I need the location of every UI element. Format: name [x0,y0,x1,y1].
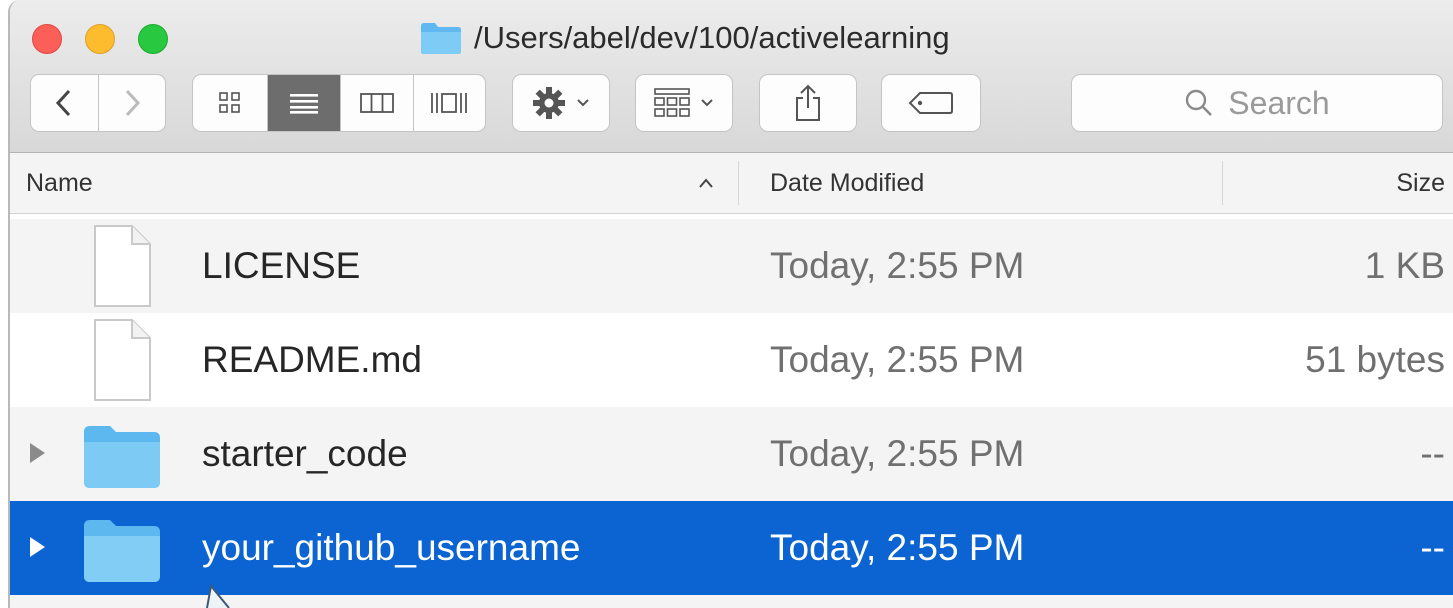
file-date: Today, 2:55 PM [770,433,1025,474]
window-path: /Users/abel/dev/100/activelearning [474,20,950,55]
file-size: 1 KB [1364,245,1445,286]
chevron-right-icon [125,89,140,117]
folder-icon [80,506,164,590]
column-view-icon [360,93,395,113]
column-header: Name Date Modified Size [10,153,1453,214]
chevron-left-icon [56,89,71,117]
disclosure-triangle-icon[interactable] [30,537,45,557]
date-column-header[interactable]: Date Modified [770,153,924,213]
search-field[interactable]: Search [1071,74,1443,132]
window-title: /Users/abel/dev/100/activelearning [420,16,950,60]
forward-button[interactable] [99,75,166,131]
column-divider[interactable] [1222,161,1223,205]
date-column-label: Date Modified [770,168,925,197]
tags-button[interactable] [881,74,981,132]
document-icon [80,318,164,402]
sort-ascending-icon[interactable] [698,153,714,213]
file-name: starter_code [202,433,408,474]
search-icon [1186,89,1213,116]
back-button[interactable] [31,75,99,131]
mouse-cursor-icon [206,584,230,608]
file-size: -- [1420,433,1445,474]
close-button[interactable] [32,24,62,54]
file-row-license[interactable]: LICENSE Today, 2:55 PM 1 KB [10,219,1453,313]
name-column-header[interactable]: Name [26,153,93,213]
share-button[interactable] [759,74,857,132]
file-name: LICENSE [202,245,361,286]
gear-icon [533,87,565,119]
cover-flow-button[interactable] [414,75,485,131]
file-date: Today, 2:55 PM [770,527,1025,568]
size-column-label: Size [1396,168,1445,197]
file-row-starter-code[interactable]: starter_code Today, 2:55 PM -- [10,407,1453,501]
tag-icon [908,92,953,114]
folder-icon [80,412,164,496]
view-switcher [192,74,486,132]
cover-flow-icon [431,93,468,113]
action-menu-button[interactable] [512,74,610,132]
file-row-readme[interactable]: README.md Today, 2:55 PM 51 bytes [10,313,1453,407]
folder-icon [420,21,462,55]
column-divider[interactable] [738,161,739,205]
titlebar: /Users/abel/dev/100/activelearning Searc… [10,0,1453,153]
column-view-button[interactable] [341,75,414,131]
arrange-menu-button[interactable] [635,74,733,132]
search-placeholder: Search [1228,84,1330,121]
list-view-icon [290,94,319,114]
minimize-button[interactable] [85,24,115,54]
file-name: your_github_username [202,527,581,568]
document-icon [80,224,164,308]
file-name: README.md [202,339,422,380]
chevron-down-icon [577,99,589,107]
file-date: Today, 2:55 PM [770,245,1025,286]
file-size: -- [1420,527,1445,568]
icon-view-button[interactable] [193,75,269,131]
navigation-buttons [30,74,166,132]
icon-view-icon [219,92,240,113]
file-date: Today, 2:55 PM [770,339,1025,380]
file-row-your-github-username[interactable]: your_github_username Today, 2:55 PM -- [10,501,1453,595]
disclosure-triangle-icon[interactable] [30,443,45,463]
name-column-label: Name [26,168,93,197]
size-column-header[interactable]: Size [1396,153,1445,213]
file-size: 51 bytes [1305,339,1445,380]
share-icon [796,84,820,121]
finder-window: /Users/abel/dev/100/activelearning Searc… [8,0,1453,608]
list-view-button[interactable] [268,75,342,131]
grid-icon [654,88,690,117]
chevron-down-icon [701,99,713,107]
zoom-button[interactable] [138,24,168,54]
